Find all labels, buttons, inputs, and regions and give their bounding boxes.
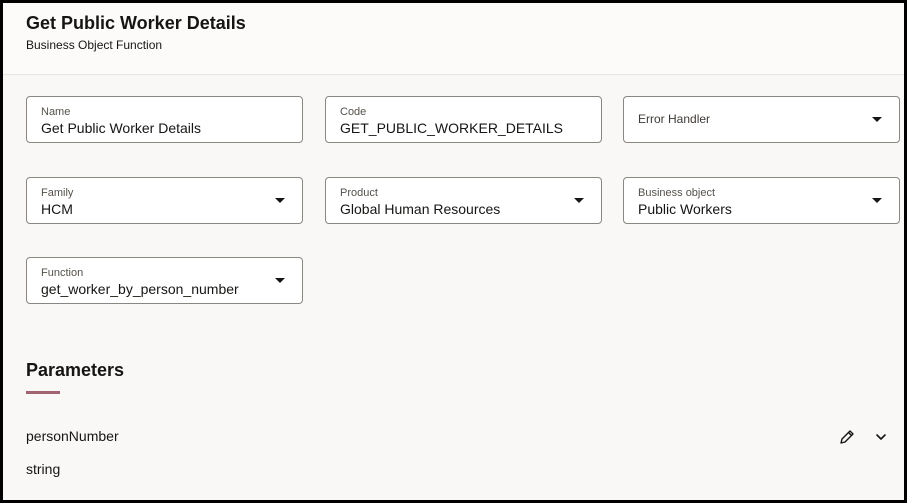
error-handler-select[interactable]: Error Handler — [623, 96, 900, 143]
page-title: Get Public Worker Details — [26, 13, 246, 33]
function-value: get_worker_by_person_number — [41, 281, 239, 297]
caret-down-icon[interactable] — [872, 117, 882, 122]
pencil-icon[interactable] — [836, 426, 858, 448]
product-label: Product — [340, 187, 378, 199]
code-field-value[interactable]: GET_PUBLIC_WORKER_DETAILS — [340, 120, 563, 136]
error-handler-label: Error Handler — [638, 112, 711, 126]
caret-down-icon[interactable] — [275, 198, 285, 203]
code-field-label: Code — [340, 106, 367, 118]
page-subtitle: Business Object Function — [26, 38, 163, 52]
parameters-heading-underline — [26, 391, 60, 394]
code-field[interactable]: Code GET_PUBLIC_WORKER_DETAILS — [325, 96, 602, 143]
name-field-label: Name — [41, 106, 71, 118]
page-header: Get Public Worker Details Business Objec… — [3, 3, 904, 75]
caret-down-icon[interactable] — [574, 198, 584, 203]
product-value: Global Human Resources — [340, 201, 501, 217]
business-object-label: Business object — [638, 187, 716, 199]
function-label: Function — [41, 267, 84, 279]
family-label: Family — [41, 187, 74, 199]
parameter-name: personNumber — [26, 428, 119, 444]
name-field-value[interactable]: Get Public Worker Details — [41, 120, 201, 136]
business-object-value: Public Workers — [638, 201, 732, 217]
chevron-down-icon[interactable] — [870, 426, 892, 448]
parameters-heading: Parameters — [26, 360, 125, 380]
family-value: HCM — [41, 201, 73, 217]
caret-down-icon[interactable] — [872, 198, 882, 203]
family-select[interactable]: Family HCM — [26, 177, 303, 224]
app-window: Get Public Worker Details Business Objec… — [0, 0, 907, 503]
business-object-select[interactable]: Business object Public Workers — [623, 177, 900, 224]
product-select[interactable]: Product Global Human Resources — [325, 177, 602, 224]
parameter-type: string — [26, 461, 61, 477]
name-field[interactable]: Name Get Public Worker Details — [26, 96, 303, 143]
caret-down-icon[interactable] — [275, 278, 285, 283]
function-select[interactable]: Function get_worker_by_person_number — [26, 257, 303, 304]
